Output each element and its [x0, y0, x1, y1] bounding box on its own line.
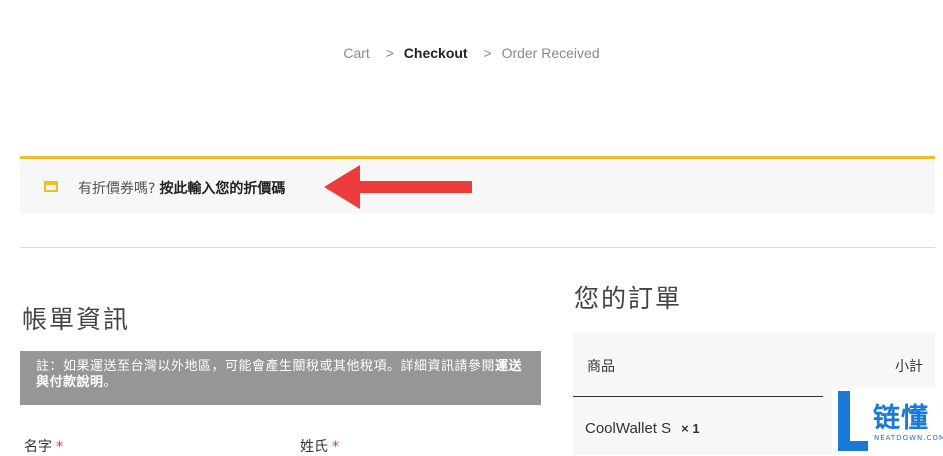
- order-title: 您的訂單: [574, 284, 683, 313]
- last-name-label: 姓氏 *: [300, 436, 339, 456]
- coupon-notice: 有折價券嗎? 按此輸入您的折價碼: [20, 156, 935, 214]
- first-name-label: 名字 *: [24, 436, 63, 456]
- product-name: CoolWallet S: [585, 420, 672, 437]
- first-name-label-text: 名字: [24, 439, 52, 455]
- shipping-notice: 註：如果運送至台灣以外地區，可能會產生關稅或其他稅項。詳細資訊請參閱運送與付款說…: [20, 351, 541, 405]
- breadcrumb-order-received: Order Received: [501, 45, 600, 61]
- breadcrumb: Cart > Checkout > Order Received: [0, 45, 943, 61]
- watermark-text: 链懂: [873, 403, 929, 434]
- breadcrumb-separator: >: [385, 45, 394, 61]
- breadcrumb-cart[interactable]: Cart: [343, 45, 369, 61]
- coupon-icon: [44, 181, 58, 192]
- watermark-subtext: NEATDOWN.COM: [874, 434, 943, 442]
- row-divider: [573, 396, 823, 397]
- required-mark: *: [56, 439, 63, 455]
- order-item: CoolWallet S × 1: [585, 420, 700, 437]
- billing-title: 帳單資訊: [22, 305, 131, 334]
- coupon-text: 有折價券嗎? 按此輸入您的折價碼: [78, 178, 285, 198]
- notice-text: 註：如果運送至台灣以外地區，可能會產生關稅或其他稅項。詳細資訊請參閱: [36, 359, 496, 374]
- column-subtotal: 小計: [895, 359, 923, 375]
- coupon-question: 有折價券嗎?: [78, 181, 156, 197]
- product-quantity: × 1: [681, 421, 700, 436]
- column-product: 商品: [587, 359, 615, 375]
- breadcrumb-checkout: Checkout: [403, 45, 468, 61]
- coupon-link[interactable]: 按此輸入您的折價碼: [159, 181, 285, 197]
- required-mark: *: [332, 439, 339, 455]
- breadcrumb-separator: >: [483, 45, 492, 61]
- red-arrow-shape: [324, 165, 472, 209]
- notice-end: 。: [103, 375, 118, 390]
- section-divider: [20, 247, 935, 248]
- last-name-label-text: 姓氏: [300, 439, 328, 455]
- red-arrow-icon: [324, 165, 472, 209]
